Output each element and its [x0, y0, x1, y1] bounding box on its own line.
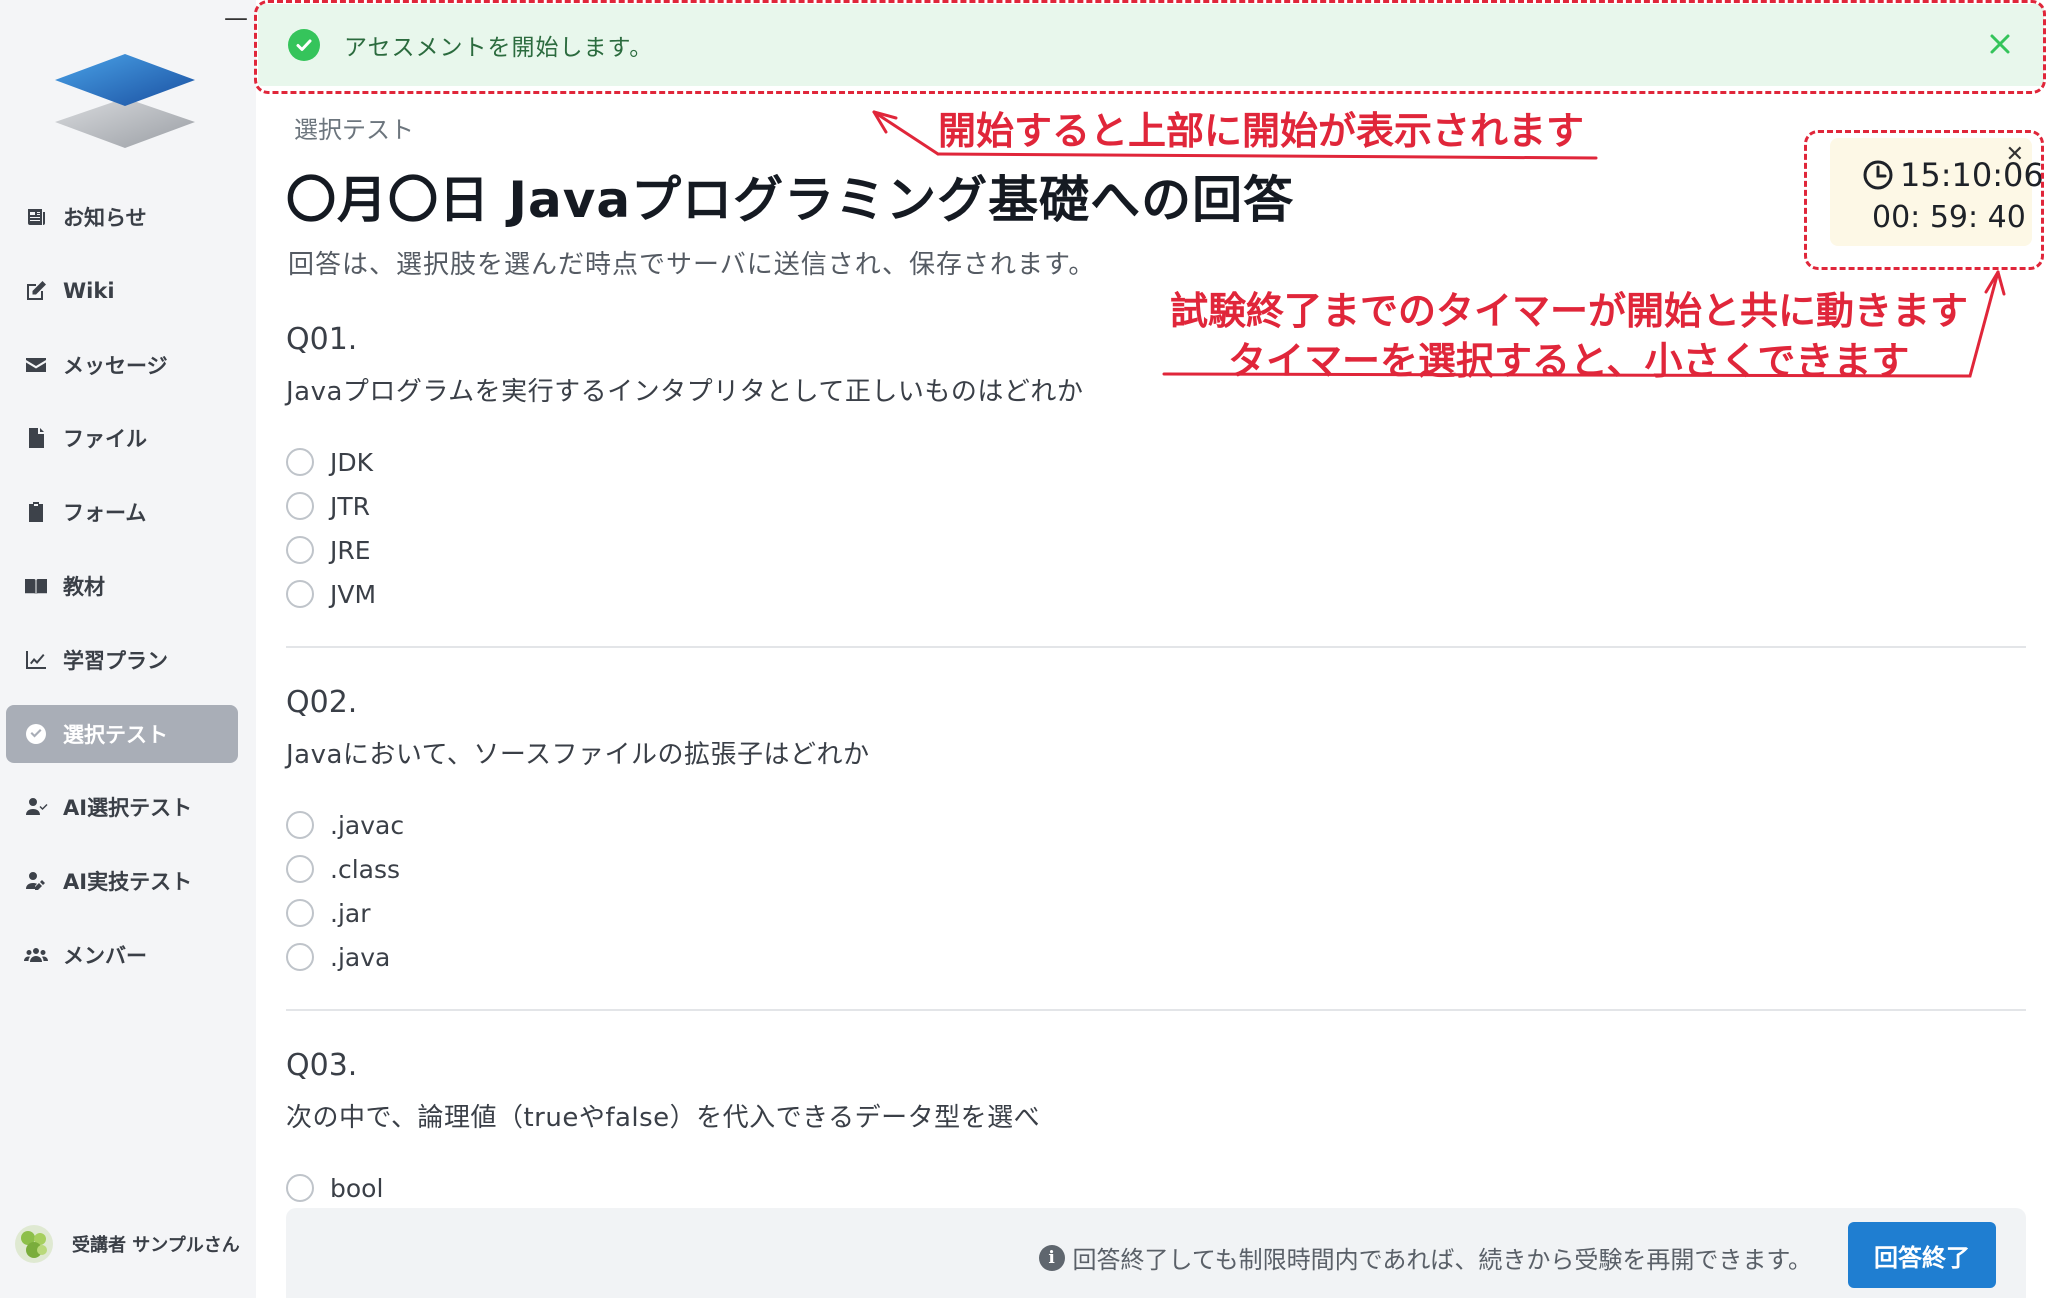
finish-answer-button[interactable]: 回答終了	[1848, 1222, 1996, 1288]
sidebar-item-selection-test[interactable]: 選択テスト	[6, 704, 238, 763]
answer-option[interactable]: JRE	[286, 528, 2026, 572]
breadcrumb[interactable]: 選択テスト	[294, 110, 414, 145]
radio-button[interactable]	[286, 1174, 314, 1202]
answer-option[interactable]: bool	[286, 1166, 2026, 1210]
close-icon[interactable]	[1984, 28, 2016, 60]
option-label: .java	[330, 942, 391, 972]
sidebar-item-label: 選択テスト	[63, 722, 168, 747]
question-text: 次の中で、論理値（trueやfalse）を代入できるデータ型を選べ	[286, 1103, 1041, 1133]
answer-option[interactable]: JDK	[286, 440, 2026, 484]
clipboard-icon	[21, 497, 51, 527]
sidebar-item-messages[interactable]: メッセージ	[6, 336, 238, 394]
app-logo[interactable]	[50, 50, 200, 155]
user-name: 受講者 サンプルさん	[72, 1235, 240, 1256]
option-label: bool	[330, 1173, 384, 1203]
check-circle-icon	[21, 719, 51, 749]
question-number: Q02.	[286, 685, 358, 720]
sidebar-item-label: Wiki	[63, 278, 115, 303]
sidebar-item-members[interactable]: メンバー	[6, 926, 238, 984]
answer-option[interactable]: .jar	[286, 891, 2026, 935]
timer-clock: 15:10:06	[1862, 156, 2044, 194]
timer-remaining: 00: 59: 40	[1872, 200, 2026, 235]
option-label: JDK	[330, 447, 374, 477]
annotation-timer-line2: タイマーを選択すると、小さくできます	[1228, 339, 1910, 383]
annotation-top: 開始すると上部に開始が表示されます	[938, 109, 1585, 153]
check-circle-icon	[288, 29, 320, 61]
alert-message: アセスメントを開始します。	[344, 35, 654, 61]
option-list: .javac .class .jar .java	[286, 803, 2026, 979]
radio-button[interactable]	[286, 899, 314, 927]
sidebar-item-news[interactable]: お知らせ	[6, 188, 238, 246]
question-item: Q03. 次の中で、論理値（trueやfalse）を代入できるデータ型を選べ b…	[286, 1048, 2026, 1210]
question-number: Q03.	[286, 1048, 358, 1083]
sidebar-item-files[interactable]: ファイル	[6, 409, 238, 467]
radio-button[interactable]	[286, 811, 314, 839]
sidebar-item-label: AI実技テスト	[63, 870, 193, 895]
radio-button[interactable]	[286, 492, 314, 520]
radio-button[interactable]	[286, 536, 314, 564]
option-label: .jar	[330, 898, 371, 928]
sidebar-item-wiki[interactable]: Wiki	[6, 262, 238, 320]
question-text: Javaにおいて、ソースファイルの拡張子はどれか	[286, 740, 870, 770]
user-check-icon	[21, 792, 51, 822]
sidebar-item-label: お知らせ	[63, 206, 147, 230]
question-divider	[286, 646, 2026, 648]
sidebar-item-label: メンバー	[63, 943, 147, 968]
footer-note: i 回答終了しても制限時間内であれば、続きから受験を再開できます。	[1038, 1240, 1812, 1275]
sidebar-item-ai-selection-test[interactable]: AI選択テスト	[6, 778, 238, 836]
timer-clock-text: 15:10:06	[1900, 156, 2044, 194]
sidebar-item-materials[interactable]: 教材	[6, 557, 238, 615]
radio-button[interactable]	[286, 448, 314, 476]
timer-widget[interactable]: ✕ 15:10:06 00: 59: 40	[1830, 138, 2044, 246]
sidebar-item-label: フォーム	[63, 501, 147, 526]
sidebar-nav: お知らせ Wiki メッセージ ファイル フォーム 教材 学習プラン 選択テスト…	[6, 188, 238, 1000]
option-list: JDK JTR JRE JVM	[286, 440, 2026, 616]
option-label: JVM	[330, 579, 377, 609]
question-divider	[286, 1009, 2026, 1011]
option-label: JRE	[330, 535, 371, 565]
book-icon	[21, 571, 51, 601]
sidebar-collapse-button[interactable]: —	[224, 4, 248, 34]
radio-button[interactable]	[286, 855, 314, 883]
question-item: Q02. Javaにおいて、ソースファイルの拡張子はどれか .javac .cl…	[286, 685, 2026, 979]
option-label: .class	[330, 854, 401, 884]
radio-button[interactable]	[286, 943, 314, 971]
answer-option[interactable]: .javac	[286, 803, 2026, 847]
answer-option[interactable]: JTR	[286, 484, 2026, 528]
page-subtitle: 回答は、選択肢を選んだ時点でサーバに送信され、保存されます。	[288, 250, 1096, 280]
sidebar-item-label: ファイル	[63, 427, 147, 452]
option-label: .javac	[330, 810, 405, 840]
page-title: 〇月〇日 Javaプログラミング基礎への回答	[286, 171, 1295, 229]
answer-option[interactable]: .java	[286, 935, 2026, 979]
newspaper-icon	[21, 202, 51, 232]
sidebar-item-label: AI選択テスト	[63, 796, 193, 821]
edit-icon	[21, 276, 51, 306]
clock-icon	[1863, 160, 1893, 190]
footer-bar: i 回答終了しても制限時間内であれば、続きから受験を再開できます。 回答終了	[286, 1208, 2026, 1298]
option-label: JTR	[330, 491, 371, 521]
sidebar: — お知らせ Wiki メッセージ ファイル フォーム 教材 学習プラン 選択テ…	[0, 0, 256, 1298]
users-icon	[21, 940, 51, 970]
option-list: bool	[286, 1166, 2026, 1210]
sidebar-item-learning-plan[interactable]: 学習プラン	[6, 631, 238, 689]
answer-option[interactable]: .class	[286, 847, 2026, 891]
avatar	[15, 1225, 53, 1263]
user-edit-icon	[21, 866, 51, 896]
sidebar-item-ai-practical-test[interactable]: AI実技テスト	[6, 852, 238, 910]
user-profile[interactable]: 受講者 サンプルさん	[14, 1224, 240, 1264]
info-icon: i	[1038, 1244, 1065, 1271]
answer-option[interactable]: JVM	[286, 572, 2026, 616]
annotation-timer-line1: 試験終了までのタイマーが開始と共に動きます	[1170, 289, 1969, 333]
sidebar-item-label: メッセージ	[63, 353, 168, 378]
sidebar-item-label: 学習プラン	[63, 648, 168, 673]
chart-line-icon	[21, 645, 51, 675]
envelope-icon	[21, 350, 51, 380]
footer-note-text: 回答終了しても制限時間内であれば、続きから受験を再開できます。	[1072, 1246, 1812, 1274]
radio-button[interactable]	[286, 580, 314, 608]
start-alert: アセスメントを開始します。	[258, 4, 2044, 86]
sidebar-item-label: 教材	[63, 574, 105, 599]
file-icon	[21, 423, 51, 453]
sidebar-item-forms[interactable]: フォーム	[6, 483, 238, 541]
